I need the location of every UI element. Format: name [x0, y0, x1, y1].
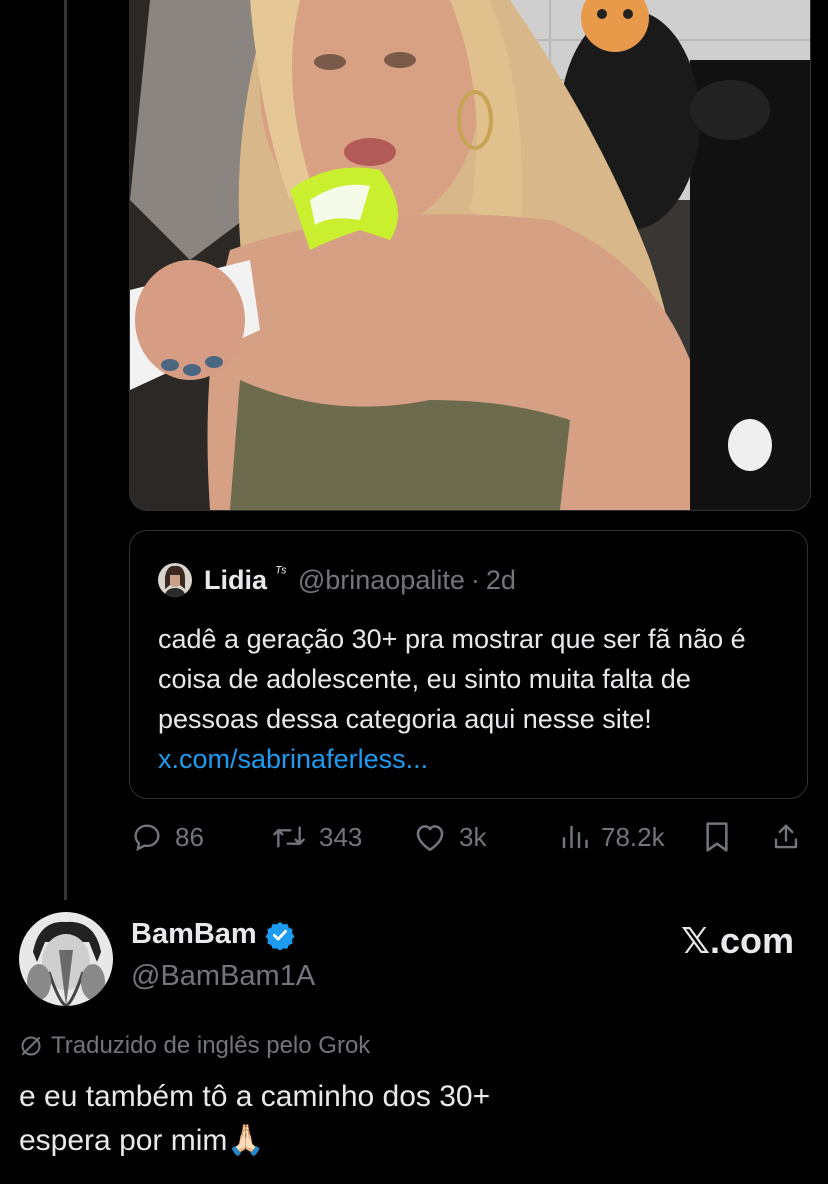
- praying-hands-emoji: 🙏🏻: [227, 1124, 265, 1157]
- avatar-image: [19, 912, 113, 1006]
- quoted-tweet-text: cadê a geração 30+ pra mostrar que ser f…: [158, 619, 788, 779]
- tweet-action-bar: 86 343 3k 78.2k: [129, 812, 809, 862]
- reply-tweet-text: e eu também tô a caminho dos 30+ espera …: [19, 1075, 809, 1163]
- reply-author-name-row[interactable]: BamBam: [131, 918, 295, 951]
- views-button[interactable]: 78.2k: [559, 812, 665, 862]
- quoted-tweet-link[interactable]: x.com/sabrinaferless...: [158, 744, 428, 774]
- heart-icon: [416, 825, 444, 852]
- repost-count: 343: [319, 821, 363, 852]
- quoted-tweet-body: cadê a geração 30+ pra mostrar que ser f…: [158, 624, 746, 734]
- x-logo: 𝕏.com: [680, 920, 794, 961]
- repost-button[interactable]: 343: [271, 812, 362, 862]
- reply-author-handle[interactable]: @BamBam1A: [131, 960, 315, 993]
- reply-count: 86: [175, 821, 204, 852]
- verified-badge-icon: [265, 921, 295, 950]
- bookmark-icon: [706, 822, 728, 852]
- quoted-tweet-age[interactable]: 2d: [486, 565, 516, 596]
- bookmark-button[interactable]: [703, 812, 731, 862]
- reply-line-1: e eu também tô a caminho dos 30+: [19, 1080, 491, 1113]
- quoted-author-name-suffix: ᵀˢ: [275, 563, 286, 581]
- dot-separator: ·: [470, 564, 480, 595]
- reply-line-2: espera por mim: [19, 1124, 228, 1157]
- grok-icon: [21, 1036, 41, 1056]
- reply-icon: [134, 824, 160, 852]
- quoted-author-avatar[interactable]: [158, 563, 192, 597]
- quoted-author-name[interactable]: Lidia: [204, 565, 267, 596]
- share-icon: [774, 824, 798, 849]
- views-chart-icon: [562, 825, 588, 849]
- quoted-tweet[interactable]: Lidia ᵀˢ @brinaopalite · 2d cadê a geraç…: [129, 530, 808, 799]
- like-count: 3k: [459, 821, 487, 852]
- reply-button[interactable]: 86: [131, 812, 204, 862]
- photo-image: [130, 0, 810, 510]
- quoted-tweet-header: Lidia ᵀˢ @brinaopalite · 2d: [158, 563, 516, 597]
- reply-author-avatar[interactable]: [19, 912, 113, 1006]
- thread-line: [64, 0, 67, 900]
- repost-icon: [273, 826, 305, 848]
- like-button[interactable]: 3k: [413, 812, 486, 862]
- tweet-photo[interactable]: [129, 0, 811, 511]
- share-button[interactable]: [771, 812, 801, 862]
- avatar-image: [158, 563, 192, 597]
- translation-note-text: Traduzido de inglês pelo Grok: [51, 1032, 371, 1059]
- view-count: 78.2k: [601, 821, 665, 852]
- reply-author-name[interactable]: BamBam: [131, 918, 257, 951]
- translation-note[interactable]: Traduzido de inglês pelo Grok: [19, 1032, 370, 1060]
- quoted-author-handle[interactable]: @brinaopalite: [298, 565, 465, 596]
